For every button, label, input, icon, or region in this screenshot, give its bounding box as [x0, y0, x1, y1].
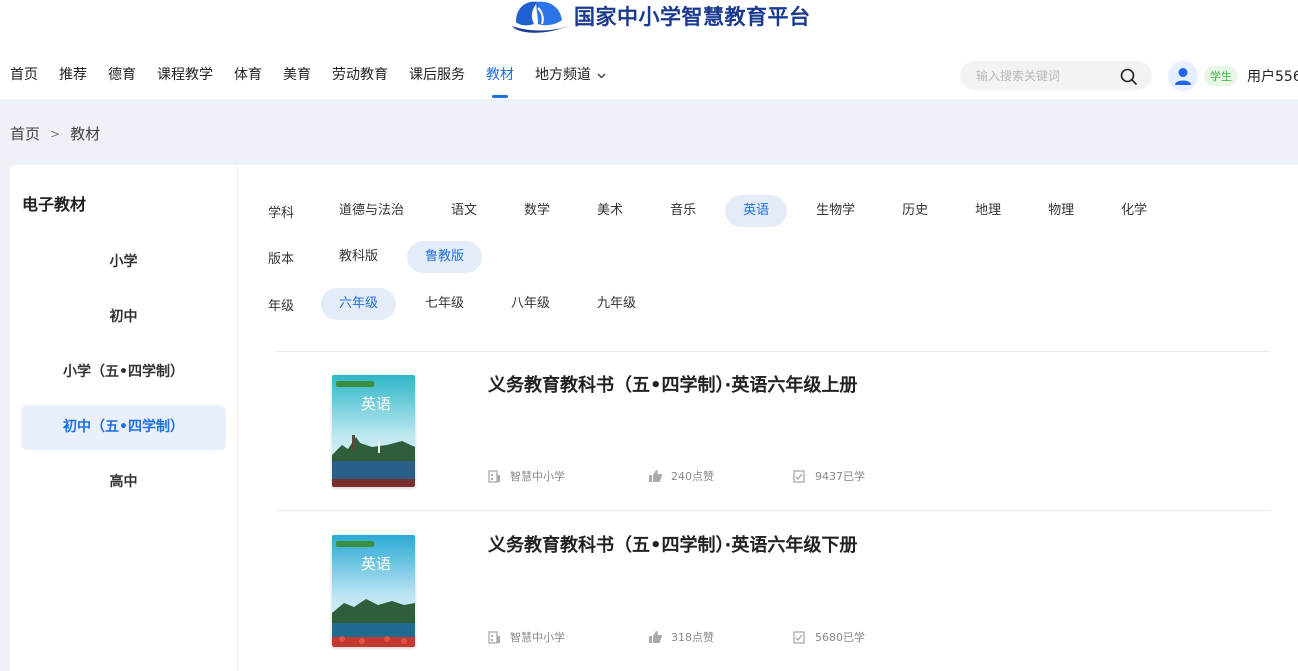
building-icon	[488, 469, 500, 483]
book-card[interactable]: 英语 义务教育教科书（五•四学制）·英语六年级上册 智慧中小学 240点赞 94…	[276, 351, 1270, 509]
chip-grade-selected[interactable]: 六年级	[321, 288, 397, 320]
nav-label: 课程教学	[157, 67, 213, 83]
chip-subject[interactable]: 美术	[579, 195, 641, 227]
chip-grade[interactable]: 九年级	[579, 288, 654, 320]
user-avatar-icon	[1175, 68, 1191, 85]
book-likes: 240点赞	[649, 468, 714, 484]
breadcrumb-separator: >	[50, 126, 61, 141]
edition-filter: 版本 教科版 鲁教版	[256, 239, 493, 275]
book-likes: 318点赞	[649, 629, 714, 645]
nav-recommend[interactable]: 推荐	[59, 58, 87, 98]
chip-edition-selected[interactable]: 鲁教版	[407, 241, 483, 273]
nav-label: 劳动教育	[332, 67, 388, 83]
textbook-content: 学科 道德与法治 语文 数学 美术 音乐 英语 生物学 历史 地理 物理 化学 …	[238, 165, 1298, 671]
nav-local-channels[interactable]: 地方频道	[535, 58, 606, 98]
book-cover[interactable]: 英语	[332, 535, 415, 647]
nav-home[interactable]: 首页	[10, 58, 38, 98]
chevron-down-icon	[597, 73, 606, 79]
nav-label: 推荐	[59, 67, 87, 83]
sidebar-item-junior[interactable]: 初中	[21, 295, 226, 340]
nav-label: 首页	[10, 67, 38, 83]
breadcrumb-current: 教材	[70, 125, 101, 143]
publisher-text: 智慧中小学	[510, 631, 565, 644]
subject-filter: 学科 道德与法治 语文 数学 美术 音乐 英语 生物学 历史 地理 物理 化学	[256, 193, 1176, 229]
nav-label: 美育	[283, 67, 311, 83]
filter-label-subject: 学科	[268, 205, 295, 221]
nav-label: 课后服务	[409, 67, 465, 83]
chip-subject[interactable]: 地理	[957, 195, 1019, 227]
top-header: 国家中小学智慧教育平台 首页 推荐 德育 课程教学 体育 美育 劳动教育 课后服…	[0, 0, 1298, 99]
chip-grade[interactable]: 七年级	[407, 288, 482, 320]
role-badge: 学生	[1204, 66, 1238, 86]
logo-text: 国家中小学智慧教育平台	[574, 4, 811, 29]
breadcrumb-home[interactable]: 首页	[10, 123, 40, 144]
chip-grade[interactable]: 八年级	[493, 288, 568, 320]
book-cover-image: 英语	[332, 535, 415, 647]
user-menu[interactable]: 学生 用户556	[1168, 60, 1298, 92]
platform-logo[interactable]: 国家中小学智慧教育平台	[508, 0, 811, 38]
nav-textbooks[interactable]: 教材	[486, 58, 514, 98]
sidebar-title: 电子教材	[22, 195, 87, 214]
thumbs-up-icon	[649, 470, 662, 482]
chip-subject-selected[interactable]: 英语	[725, 195, 788, 227]
sidebar-item-junior-54[interactable]: 初中（五•四学制）	[21, 405, 226, 450]
book-cover-image: 英语	[332, 375, 415, 487]
book-learned: 5680已学	[793, 629, 865, 645]
sidebar-item-senior[interactable]: 高中	[21, 460, 226, 505]
chip-subject[interactable]: 数学	[506, 195, 568, 227]
nav-label: 教材	[486, 67, 514, 83]
chip-subject[interactable]: 物理	[1030, 195, 1092, 227]
nav-label: 体育	[234, 67, 262, 83]
sidebar-item-primary-54[interactable]: 小学（五•四学制）	[21, 350, 226, 395]
nav-moral[interactable]: 德育	[108, 58, 136, 98]
textbook-sidebar: 电子教材 小学 初中 小学（五•四学制） 初中（五•四学制） 高中	[10, 165, 238, 671]
study-record-icon	[793, 469, 805, 483]
chip-subject[interactable]: 生物学	[798, 195, 873, 227]
nav-sports[interactable]: 体育	[234, 58, 262, 98]
nav-courses[interactable]: 课程教学	[157, 58, 213, 98]
book-publisher: 智慧中小学	[488, 468, 565, 484]
thumbs-up-icon	[649, 631, 662, 643]
nav-label: 地方频道	[535, 67, 591, 83]
chip-subject[interactable]: 音乐	[652, 195, 714, 227]
learned-text: 5680已学	[815, 631, 865, 644]
filter-label-edition: 版本	[268, 251, 295, 267]
cover-title: 英语	[361, 395, 391, 413]
username[interactable]: 用户556	[1247, 66, 1298, 86]
book-title[interactable]: 义务教育教科书（五•四学制）·英语六年级下册	[488, 531, 857, 557]
building-icon	[488, 630, 500, 644]
book-publisher: 智慧中小学	[488, 629, 565, 645]
book-cover[interactable]: 英语	[332, 375, 415, 487]
chip-edition[interactable]: 教科版	[321, 241, 396, 273]
book-learned: 9437已学	[793, 468, 865, 484]
nav-after-school[interactable]: 课后服务	[409, 58, 465, 98]
chip-subject[interactable]: 道德与法治	[321, 195, 422, 227]
logo-emblem-icon	[512, 1, 568, 33]
avatar[interactable]	[1168, 61, 1198, 91]
publisher-text: 智慧中小学	[510, 470, 565, 483]
study-record-icon	[793, 630, 805, 644]
learned-text: 9437已学	[815, 470, 865, 483]
chip-subject[interactable]: 化学	[1103, 195, 1165, 227]
search-input[interactable]	[976, 68, 1106, 83]
nav-arts[interactable]: 美育	[283, 58, 311, 98]
chip-subject[interactable]: 语文	[433, 195, 495, 227]
likes-text: 240点赞	[671, 470, 714, 483]
grade-filter: 年级 六年级 七年级 八年级 九年级	[256, 286, 665, 322]
search-icon[interactable]	[1120, 68, 1138, 86]
main-nav: 首页 推荐 德育 课程教学 体育 美育 劳动教育 课后服务 教材 地方频道	[10, 58, 627, 98]
nav-labor[interactable]: 劳动教育	[332, 58, 388, 98]
breadcrumb: 首页 > 教材	[10, 123, 100, 144]
book-card[interactable]: 英语 义务教育教科书（五•四学制）·英语六年级下册 智慧中小学 318点赞 56…	[276, 511, 1270, 669]
cover-title: 英语	[361, 555, 391, 573]
likes-text: 318点赞	[671, 631, 714, 644]
search-box	[960, 61, 1152, 90]
nav-label: 德育	[108, 67, 136, 83]
filter-label-grade: 年级	[268, 298, 295, 314]
book-title[interactable]: 义务教育教科书（五•四学制）·英语六年级上册	[488, 371, 857, 397]
chip-subject[interactable]: 历史	[884, 195, 946, 227]
sidebar-item-primary[interactable]: 小学	[21, 240, 226, 285]
